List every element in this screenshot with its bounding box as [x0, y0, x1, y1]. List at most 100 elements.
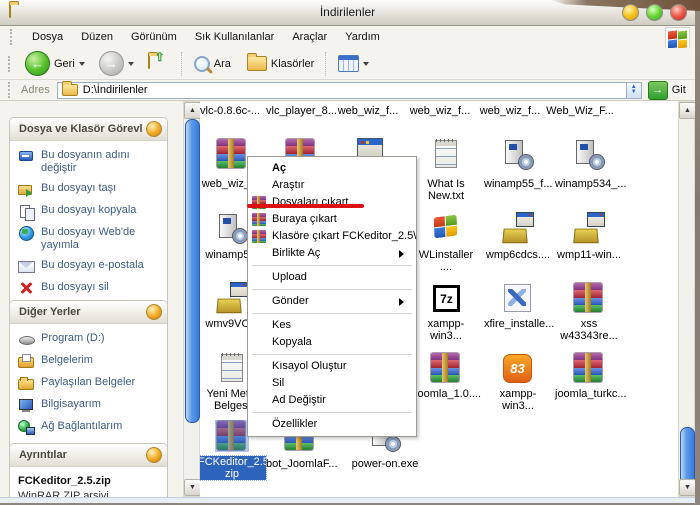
winrar-icon — [429, 352, 463, 384]
network-icon — [18, 420, 35, 435]
menu-item-upload[interactable]: Upload — [248, 269, 416, 286]
menu-item-a-[interactable]: Aç — [248, 160, 416, 177]
scroll-up-button[interactable]: ▲ — [184, 102, 201, 119]
back-dropdown-icon[interactable] — [79, 62, 85, 69]
menu-item-ad-de-i-tir[interactable]: Ad Değiştir — [248, 392, 416, 409]
panel-file-tasks-header[interactable]: Dosya ve Klasör Görevl — [10, 118, 167, 141]
scroll-thumb[interactable] — [185, 119, 200, 423]
menubar-grip[interactable] — [10, 29, 15, 45]
menu-item-ara-t-r[interactable]: Araştır — [248, 177, 416, 194]
views-button[interactable] — [334, 53, 373, 74]
sidebar-item-label: Program (D:) — [41, 332, 105, 345]
menu-dosya[interactable]: Dosya — [23, 28, 72, 46]
delete-icon — [18, 281, 35, 296]
collapse-icon[interactable] — [146, 121, 162, 137]
menu-item-label: Gönder — [272, 295, 309, 307]
menu-separator — [252, 354, 412, 355]
sidebar-item-label: Paylaşılan Belgeler — [41, 376, 135, 389]
task-pane: Dosya ve Klasör Görevl Bu dosyanın adını… — [0, 101, 183, 503]
sidebar-item-label: Bu dosyayı taşı — [41, 182, 116, 195]
file-label: winamp534_... — [555, 178, 623, 190]
sidebar-item[interactable]: Ağ Bağlantılarım — [18, 420, 161, 435]
sidebar-item[interactable]: Program (D:) — [18, 332, 161, 347]
menu-item-birlikte-a-[interactable]: Birlikte Aç — [248, 245, 416, 262]
sidebar-item[interactable]: Bu dosyayı Web'de yayımla — [18, 226, 161, 252]
fileview-scrollbar[interactable]: ▲ ▼ — [678, 101, 695, 497]
toolbar-grip[interactable] — [8, 56, 13, 72]
close-button[interactable] — [670, 4, 687, 21]
sidebar-item[interactable]: Bu dosyanın adını değiştir — [18, 149, 161, 175]
menu-item-label: Buraya çıkart — [272, 213, 337, 225]
collapse-icon[interactable] — [146, 304, 162, 320]
taskpane-scrollbar[interactable]: ▲ ▼ — [183, 101, 200, 497]
menu-item-kes[interactable]: Kes — [248, 317, 416, 334]
xfire-icon — [501, 282, 535, 314]
address-folder-icon — [62, 84, 78, 96]
up-button[interactable]: ⇧ — [144, 54, 174, 74]
menu-item-sil[interactable]: Sil — [248, 375, 416, 392]
menu-item-k-sayol-olu-tur[interactable]: Kısayol Oluştur — [248, 358, 416, 375]
menu-separator — [252, 265, 412, 266]
collapse-icon[interactable] — [146, 447, 162, 463]
menu-düzen[interactable]: Düzen — [72, 28, 122, 46]
address-label: Adres — [21, 84, 50, 96]
submenu-arrow-icon — [399, 298, 408, 306]
address-field[interactable]: D:\İndirilenler ▲▼ — [57, 82, 642, 99]
panel-details-header[interactable]: Ayrıntılar — [10, 444, 167, 467]
menu-separator — [252, 313, 412, 314]
menu-item-dosyalar-kart-[interactable]: Dosyaları çıkart... — [248, 194, 416, 211]
panel-file-tasks: Dosya ve Klasör Görevl Bu dosyanın adını… — [9, 117, 168, 312]
menu-item-label: Aç — [272, 162, 286, 174]
sidebar-item[interactable]: Bilgisayarım — [18, 398, 161, 413]
go-label: Git — [672, 84, 686, 96]
file-label: web_wiz_f... — [406, 105, 474, 117]
views-dropdown-icon[interactable] — [363, 62, 369, 69]
toolbar-separator — [181, 52, 183, 76]
sidebar-item-label: Bu dosyanın adını değiştir — [41, 149, 161, 175]
back-button[interactable]: ← Geri — [21, 49, 89, 78]
details-file-name: FCKeditor_2.5.zip — [18, 475, 161, 487]
go-button[interactable]: → — [648, 81, 668, 100]
file-label: wmp6cdcs.... — [484, 249, 552, 261]
sidebar-item[interactable]: Bu dosyayı sil — [18, 281, 161, 296]
forward-icon: → — [99, 51, 124, 76]
folders-button[interactable]: Klasörler — [243, 54, 318, 73]
minimize-button[interactable] — [622, 4, 639, 21]
menu-yardım[interactable]: Yardım — [336, 28, 389, 46]
address-dropdown[interactable]: ▲▼ — [626, 83, 641, 98]
menu-item-klas-re-kart-fckeditor-2-5-[interactable]: Klasöre çıkart FCKeditor_2.5\ — [248, 228, 416, 245]
menu-item-label: Kısayol Oluştur — [272, 360, 347, 372]
addressbar-grip[interactable] — [8, 82, 13, 98]
panel-title: Ayrıntılar — [19, 449, 67, 461]
menu-görünüm[interactable]: Görünüm — [122, 28, 186, 46]
sidebar-item[interactable]: Belgelerim — [18, 354, 161, 369]
sidebar-item[interactable]: Paylaşılan Belgeler — [18, 376, 161, 391]
menu-item-g-nder[interactable]: Gönder — [248, 293, 416, 310]
menu-araçlar[interactable]: Araçlar — [283, 28, 336, 46]
maximize-button[interactable] — [646, 4, 663, 21]
search-button[interactable]: Ara — [190, 54, 235, 74]
sidebar-item[interactable]: Bu dosyayı kopyala — [18, 204, 161, 219]
file-label: web_wiz_f... — [334, 105, 402, 117]
window-bottom-edge — [0, 497, 695, 503]
notepad-icon — [215, 352, 249, 384]
address-value: D:\İndirilenler — [83, 84, 148, 96]
menu-item--zellikler[interactable]: Özellikler — [248, 416, 416, 433]
window-title: İndirilenler — [0, 5, 695, 19]
sidebar-item[interactable]: Bu dosyayı e-postala — [18, 259, 161, 274]
forward-button[interactable]: → — [95, 49, 138, 78]
folders-icon — [247, 56, 267, 71]
menu-item-kopyala[interactable]: Kopyala — [248, 334, 416, 351]
scroll-up-button[interactable]: ▲ — [679, 102, 695, 119]
sidebar-item[interactable]: Bu dosyayı taşı — [18, 182, 161, 197]
menu-sık kullanılanlar[interactable]: Sık Kullanılanlar — [186, 28, 284, 46]
scroll-down-button[interactable]: ▼ — [184, 479, 201, 496]
file-label: Web_Wiz_F... — [546, 105, 614, 117]
menu-item-label: Sil — [272, 377, 284, 389]
menu-item-buraya-kart[interactable]: Buraya çıkart — [248, 211, 416, 228]
panel-other-places-header[interactable]: Diğer Yerler — [10, 301, 167, 324]
forward-dropdown-icon[interactable] — [128, 62, 134, 69]
menu-bar: DosyaDüzenGörünümSık KullanılanlarAraçla… — [0, 26, 695, 48]
scroll-down-button[interactable]: ▼ — [679, 479, 695, 496]
xampp-icon — [501, 352, 535, 384]
